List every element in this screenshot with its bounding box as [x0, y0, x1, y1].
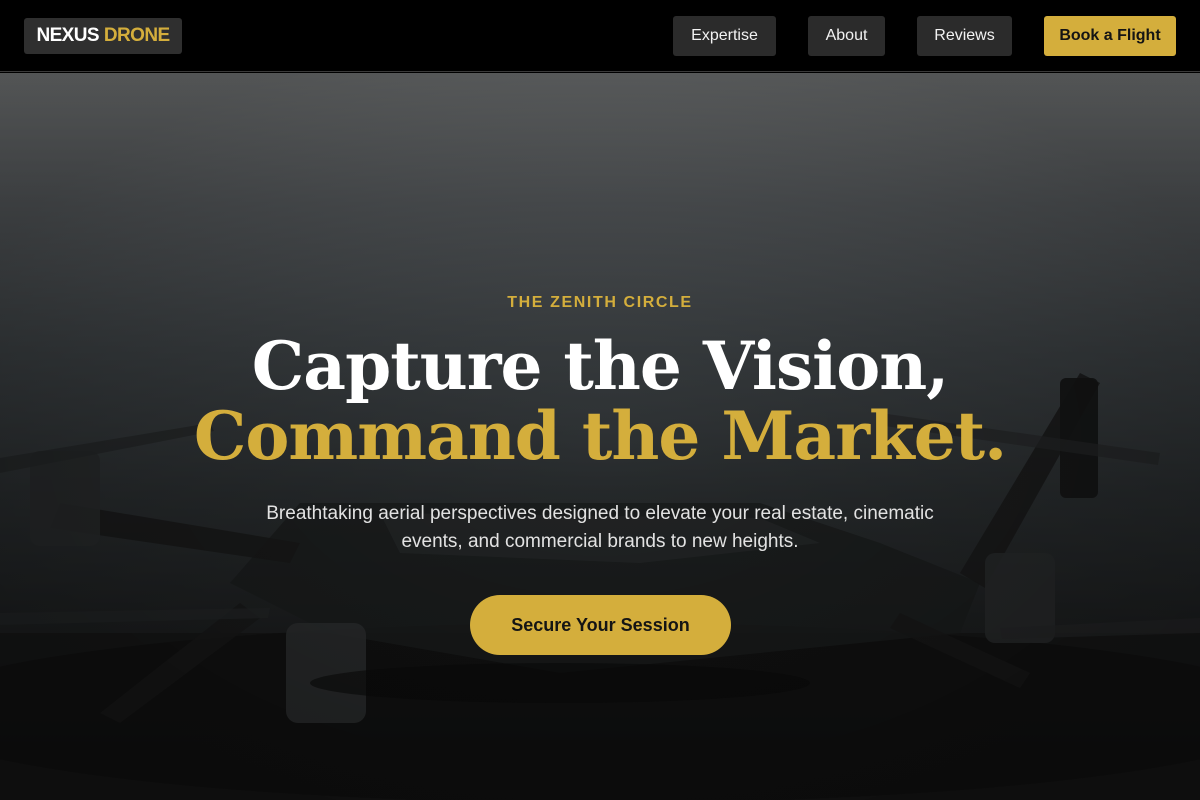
headline-line-1: Capture the Vision, [251, 327, 949, 405]
brand-name-accent: DRONE [103, 25, 170, 46]
hero-headline: Capture the Vision, Command the Market. [0, 331, 1200, 471]
hero-section: THE ZENITH CIRCLE Capture the Vision, Co… [0, 73, 1200, 800]
headline-line-2: Command the Market. [193, 397, 1007, 475]
nav-link-reviews[interactable]: Reviews [917, 16, 1012, 56]
hero-eyebrow: THE ZENITH CIRCLE [507, 294, 693, 311]
hero-subtext: Breathtaking aerial perspectives designe… [266, 503, 934, 552]
top-navigation-bar: NEXUS DRONE Expertise About Reviews Book… [0, 0, 1200, 72]
brand-logo[interactable]: NEXUS DRONE [24, 18, 182, 54]
nav-link-expertise[interactable]: Expertise [673, 16, 776, 56]
nav-link-about[interactable]: About [808, 16, 885, 56]
book-a-flight-button[interactable]: Book a Flight [1044, 16, 1176, 56]
secure-your-session-button[interactable]: Secure Your Session [470, 595, 731, 655]
brand-name-primary: NEXUS [36, 25, 99, 46]
